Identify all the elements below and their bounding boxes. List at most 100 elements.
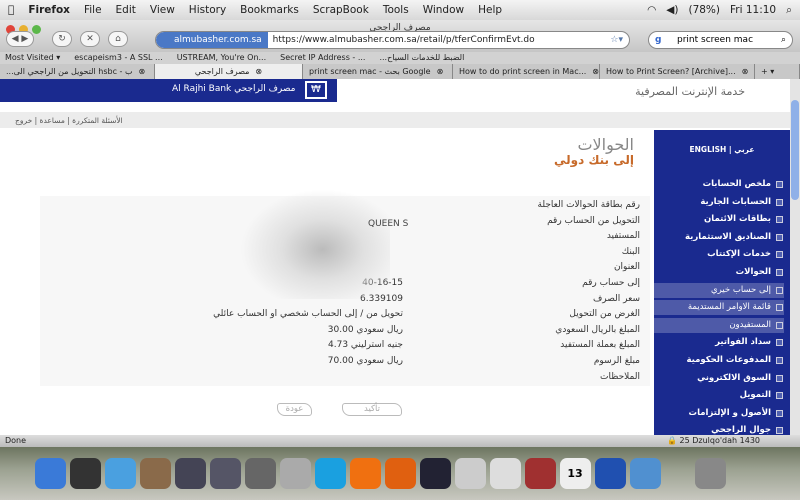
apple-icon[interactable]:  xyxy=(8,4,14,16)
search-icon[interactable]: ⌕ xyxy=(781,32,786,48)
header-links[interactable]: الأسئلة المتكررة | مساعدة | خروج xyxy=(0,112,790,128)
bookmark-most-visited[interactable]: Most Visited ▾ xyxy=(5,52,60,64)
back-forward-button[interactable]: ◀ ▶ xyxy=(6,31,34,47)
tab[interactable]: How to Print Screen? [Archive]... ⊗ xyxy=(600,64,755,79)
google-earth-icon[interactable] xyxy=(594,458,626,489)
close-tab-icon[interactable]: ⊗ xyxy=(592,64,599,79)
tab[interactable]: print screen mac - بحث Google ⊗ xyxy=(303,64,453,79)
dictionary-icon[interactable] xyxy=(524,458,556,489)
field-label: رقم بطاقة الحوالات العاجلة xyxy=(537,200,640,210)
menu-bookmarks[interactable]: Bookmarks xyxy=(240,4,299,16)
vlc-icon[interactable] xyxy=(349,458,381,489)
sidebar-item[interactable]: الحسابات الجارية xyxy=(654,195,784,210)
sidebar-item[interactable]: السوق الالكتروني xyxy=(654,371,784,386)
site-identity-badge[interactable]: almubasher.com.sa xyxy=(156,32,268,48)
language-switch[interactable]: ENGLISH | عربي xyxy=(654,145,790,154)
wifi-icon[interactable]: ◠ xyxy=(647,4,656,17)
sidebar-item[interactable]: جوال الراجحي xyxy=(654,423,784,435)
tab-active[interactable]: مصرف الراجحي ⊗ xyxy=(155,64,303,79)
dashboard-icon[interactable] xyxy=(69,458,101,489)
bookmark-item[interactable]: Secret IP Address - ... xyxy=(280,52,365,64)
menu-scrapbook[interactable]: ScrapBook xyxy=(313,4,369,16)
close-tab-icon[interactable]: ⊗ xyxy=(138,64,145,79)
tab-bar: ...التحويل من الراجحي الى hsbc - ب ⊗ مصرف… xyxy=(0,64,800,79)
scrollbar-thumb[interactable] xyxy=(791,100,799,200)
sidebar-item[interactable]: سداد الفواتير xyxy=(654,335,784,350)
spaces-icon[interactable] xyxy=(174,458,206,489)
menu-tools[interactable]: Tools xyxy=(383,4,409,16)
close-tab-icon[interactable]: ⊗ xyxy=(255,64,262,79)
sidebar-item-label: إلى حساب خيري xyxy=(710,284,771,295)
field-label: التحويل من الحساب رقم xyxy=(547,215,640,226)
new-tab-button[interactable]: + ▾ xyxy=(755,64,800,79)
sidebar-item[interactable]: التمويل xyxy=(654,388,784,403)
menu-firefox[interactable]: Firefox xyxy=(28,4,70,16)
sidebar-item[interactable]: المدفوعات الحكومية xyxy=(654,353,784,368)
sidebar-item[interactable]: خدمات الإكتتاب xyxy=(654,247,784,262)
skype-icon[interactable] xyxy=(314,458,346,489)
sidebar-item[interactable]: إلى حساب خيري xyxy=(654,282,784,298)
activity-monitor-icon[interactable] xyxy=(419,458,451,489)
sidebar-item[interactable]: بطاقات الائتمان xyxy=(654,212,784,227)
tab[interactable]: How to do print screen in Mac... ⊗ xyxy=(453,64,600,79)
sidebar-item[interactable]: ملخص الحسابات xyxy=(654,177,784,192)
itunes-icon[interactable] xyxy=(629,458,661,489)
sidebar-item-label: التمويل xyxy=(739,390,771,401)
tab[interactable]: ...التحويل من الراجحي الى hsbc - ب ⊗ xyxy=(0,64,155,79)
url-text[interactable]: https://www.almubasher.com.sa/retail/p/t… xyxy=(268,35,535,45)
menu-help[interactable]: Help xyxy=(478,4,502,16)
sidebar-item[interactable]: الأصول و الإلتزامات xyxy=(654,406,784,421)
sidebar-item[interactable]: الحوالات xyxy=(654,265,784,280)
close-tab-icon[interactable]: ⊗ xyxy=(742,64,749,79)
sidebar-item-label: جوال الراجحي xyxy=(711,425,771,435)
clock[interactable]: Fri 11:10 xyxy=(730,4,776,17)
finder-icon[interactable] xyxy=(34,458,66,489)
bullet-icon xyxy=(776,409,783,417)
picasa-icon[interactable] xyxy=(489,458,521,489)
menu-file[interactable]: File xyxy=(84,4,102,16)
iphoto-icon[interactable] xyxy=(139,458,171,489)
menu-view[interactable]: View xyxy=(150,4,175,16)
firefox-icon[interactable] xyxy=(384,458,416,489)
bookmark-star-icon[interactable]: ☆▾ xyxy=(610,35,629,45)
volume-icon[interactable]: ◀) xyxy=(666,4,678,17)
field-label: المستفيد xyxy=(606,231,640,242)
ical-icon[interactable]: 13 xyxy=(559,458,591,489)
bookmark-item[interactable]: ...الضبط للخدمات السياح xyxy=(379,52,464,64)
battery-status[interactable]: (78%) xyxy=(688,4,720,17)
sidebar-item[interactable]: الصناديق الاستثمارية xyxy=(654,230,784,245)
home-icon[interactable]: ⌂ xyxy=(108,31,128,47)
reload-icon[interactable]: ↻ xyxy=(52,31,72,47)
status-text: Done xyxy=(5,436,27,445)
system-preferences-icon[interactable] xyxy=(244,458,276,489)
confirm-button[interactable]: تأكيد xyxy=(342,403,402,416)
back-button[interactable]: عودة xyxy=(277,403,312,416)
bullet-icon xyxy=(776,321,783,329)
script-editor-icon[interactable] xyxy=(454,458,486,489)
menu-history[interactable]: History xyxy=(189,4,226,16)
web-page: Al Rajhi Bank مصرف الراجحي ₩ خدمة الإنتر… xyxy=(0,79,790,435)
bullet-icon xyxy=(776,304,783,312)
calculator-icon[interactable] xyxy=(279,458,311,489)
close-tab-icon[interactable]: ⊗ xyxy=(437,64,444,79)
bullet-icon xyxy=(776,251,783,259)
menu-window[interactable]: Window xyxy=(423,4,464,16)
stop-icon[interactable]: ✕ xyxy=(80,31,100,47)
sidebar-item-label: قائمة الاوامر المستديمة xyxy=(687,302,771,313)
url-bar[interactable]: almubasher.com.sa https://www.almubasher… xyxy=(155,31,630,49)
menu-edit[interactable]: Edit xyxy=(116,4,136,16)
tab-label: How to do print screen in Mac... xyxy=(459,67,587,76)
safari-icon[interactable] xyxy=(104,458,136,489)
search-input[interactable]: print screen mac g ⌕ xyxy=(648,31,793,49)
bullet-icon xyxy=(776,181,783,188)
sidebar-item-label: الأصول و الإلتزامات xyxy=(688,407,771,418)
time-machine-icon[interactable] xyxy=(209,458,241,489)
google-icon[interactable]: g xyxy=(655,32,661,48)
sidebar-item[interactable]: المستفيدون xyxy=(654,317,784,333)
spotlight-icon[interactable]: ⌕ xyxy=(786,4,792,17)
lock-icon: 🔒 xyxy=(666,436,680,445)
bookmark-item[interactable]: escapeism3 - A SSL ... xyxy=(74,52,162,64)
bookmark-item[interactable]: USTREAM, You're On... xyxy=(177,52,266,64)
trash-icon[interactable] xyxy=(694,458,726,489)
sidebar-item[interactable]: قائمة الاوامر المستديمة xyxy=(654,300,784,316)
